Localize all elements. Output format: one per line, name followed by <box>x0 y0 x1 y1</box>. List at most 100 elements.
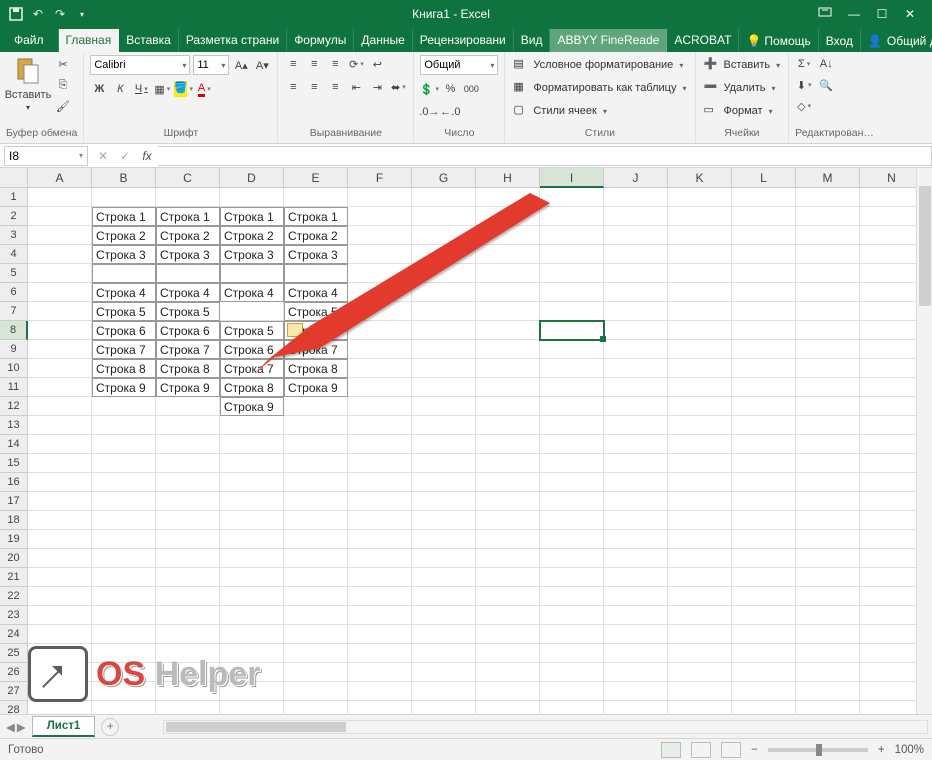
cell[interactable] <box>732 188 796 207</box>
cell[interactable] <box>796 226 860 245</box>
cell[interactable] <box>476 606 540 625</box>
cell[interactable] <box>860 207 924 226</box>
cell[interactable] <box>604 625 668 644</box>
cell[interactable]: Строка 5 <box>92 302 156 321</box>
name-box[interactable]: I8▾ <box>4 146 88 166</box>
cell[interactable] <box>348 473 412 492</box>
cell[interactable] <box>156 606 220 625</box>
clear-icon[interactable]: ◇ <box>795 97 813 115</box>
cell[interactable] <box>668 511 732 530</box>
cell[interactable] <box>796 321 860 340</box>
sheet-nav[interactable]: ◀▶ <box>0 720 32 734</box>
cell[interactable] <box>28 587 92 606</box>
cell[interactable] <box>348 644 412 663</box>
align-left-icon[interactable]: ≡ <box>284 78 302 96</box>
cell[interactable] <box>156 511 220 530</box>
cell[interactable] <box>28 207 92 226</box>
cell[interactable] <box>476 682 540 701</box>
bold-button[interactable]: Ж <box>90 80 108 98</box>
row-header-13[interactable]: 13 <box>0 416 28 435</box>
col-header-B[interactable]: B <box>92 168 156 188</box>
cell[interactable] <box>412 644 476 663</box>
cell[interactable] <box>668 378 732 397</box>
cell[interactable] <box>540 587 604 606</box>
cell[interactable] <box>860 226 924 245</box>
col-header-C[interactable]: C <box>156 168 220 188</box>
cell[interactable] <box>476 587 540 606</box>
row-header-12[interactable]: 12 <box>0 397 28 416</box>
cell[interactable] <box>732 625 796 644</box>
tab-page-layout[interactable]: Разметка страни <box>179 29 287 52</box>
cell[interactable] <box>540 435 604 454</box>
cell[interactable] <box>796 663 860 682</box>
cell[interactable]: Строка 5 <box>156 302 220 321</box>
cell[interactable] <box>732 378 796 397</box>
cell[interactable] <box>860 587 924 606</box>
redo-icon[interactable]: ↷ <box>52 6 68 22</box>
cell[interactable] <box>92 549 156 568</box>
cell[interactable] <box>412 587 476 606</box>
fill-icon[interactable]: ⬇ <box>795 76 813 94</box>
cell[interactable] <box>860 188 924 207</box>
cell[interactable] <box>860 606 924 625</box>
cell[interactable] <box>732 435 796 454</box>
cell[interactable] <box>92 264 156 283</box>
cell[interactable] <box>92 606 156 625</box>
cell[interactable] <box>92 492 156 511</box>
merge-icon[interactable]: ⬌ <box>389 78 407 96</box>
tab-login[interactable]: Вход <box>819 29 861 52</box>
zoom-level[interactable]: 100% <box>895 744 924 756</box>
cell[interactable] <box>540 549 604 568</box>
cell[interactable] <box>92 454 156 473</box>
cell[interactable] <box>796 492 860 511</box>
cell[interactable] <box>604 644 668 663</box>
tab-help[interactable]: 💡Помощь <box>739 29 818 52</box>
row-header-3[interactable]: 3 <box>0 226 28 245</box>
cell[interactable]: Строка 3 <box>156 245 220 264</box>
delete-cells-button[interactable]: ➖Удалить▾ <box>702 78 783 98</box>
zoom-slider[interactable] <box>768 748 868 752</box>
cell[interactable] <box>668 264 732 283</box>
cell[interactable] <box>732 663 796 682</box>
cell[interactable] <box>668 245 732 264</box>
row-header-11[interactable]: 11 <box>0 378 28 397</box>
cell[interactable] <box>540 454 604 473</box>
page-layout-view-icon[interactable] <box>691 742 711 758</box>
row-header-16[interactable]: 16 <box>0 473 28 492</box>
cell[interactable] <box>668 321 732 340</box>
cell[interactable] <box>156 188 220 207</box>
cell[interactable] <box>284 416 348 435</box>
select-all-corner[interactable] <box>0 168 28 188</box>
cell[interactable] <box>668 340 732 359</box>
row-header-4[interactable]: 4 <box>0 245 28 264</box>
cell[interactable] <box>796 701 860 714</box>
row-header-8[interactable]: 8 <box>0 321 28 340</box>
cancel-formula-icon[interactable]: ✕ <box>92 149 114 163</box>
cell[interactable] <box>412 530 476 549</box>
number-format-combo[interactable]: Общий▾ <box>420 55 498 75</box>
col-header-K[interactable]: K <box>668 168 732 188</box>
cell[interactable] <box>156 416 220 435</box>
cell[interactable] <box>860 473 924 492</box>
cell[interactable] <box>348 587 412 606</box>
cell[interactable] <box>604 549 668 568</box>
cell[interactable] <box>28 359 92 378</box>
cell[interactable] <box>668 663 732 682</box>
cell[interactable] <box>668 283 732 302</box>
row-header-7[interactable]: 7 <box>0 302 28 321</box>
cell[interactable] <box>860 283 924 302</box>
cell[interactable] <box>732 473 796 492</box>
cell[interactable] <box>92 435 156 454</box>
cut-icon[interactable]: ✂ <box>54 55 72 73</box>
cell[interactable] <box>540 473 604 492</box>
font-size-combo[interactable]: 11▾ <box>193 55 229 75</box>
cell[interactable]: Строка 1 <box>156 207 220 226</box>
cell[interactable] <box>732 321 796 340</box>
indent-dec-icon[interactable]: ⇤ <box>347 78 365 96</box>
cell[interactable] <box>284 549 348 568</box>
cell[interactable] <box>156 473 220 492</box>
cell[interactable] <box>668 226 732 245</box>
cell[interactable] <box>476 625 540 644</box>
cell[interactable] <box>220 568 284 587</box>
cell[interactable] <box>284 701 348 714</box>
